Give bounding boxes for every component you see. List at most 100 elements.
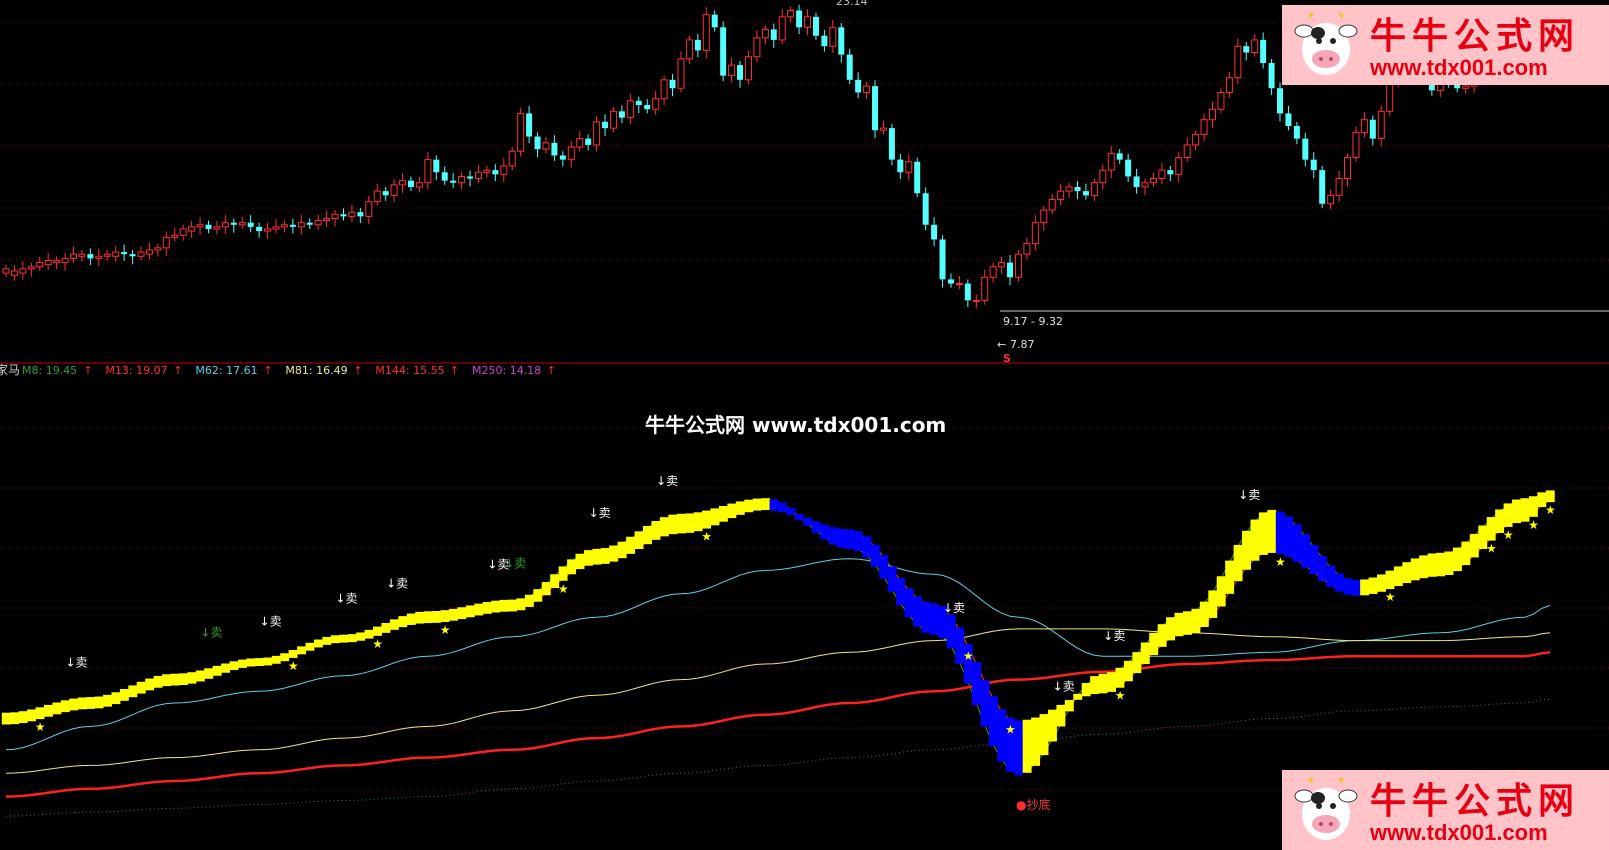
ribbon-block (988, 696, 998, 747)
ribbon-block (710, 508, 720, 526)
ribbon-block (980, 680, 990, 727)
candle (517, 107, 525, 157)
ribbon-block (853, 531, 863, 552)
ribbon-block (170, 673, 180, 686)
ribbon-block (448, 608, 458, 621)
indicator-name: 家马 (0, 362, 20, 377)
ribbon-block (415, 611, 425, 624)
star-marker: ★ (1545, 503, 1556, 517)
ribbon-block (1157, 624, 1167, 647)
sell-signal-label: ↓卖 (1238, 488, 1260, 502)
ribbon-block (288, 650, 298, 658)
candle (888, 123, 895, 166)
cow-logo-icon (1294, 777, 1358, 840)
ribbon-block (1123, 660, 1133, 682)
ribbon-block (583, 550, 593, 566)
ribbon-block (94, 696, 104, 709)
ribbon-block (1436, 552, 1446, 577)
ribbon-block (1174, 612, 1184, 637)
ribbon-block (1233, 544, 1243, 582)
star-marker: ★ (1115, 689, 1126, 703)
ribbon-block (1073, 693, 1083, 700)
ribbon-block (373, 626, 382, 636)
star-marker: ★ (288, 659, 299, 673)
ribbon-block (786, 507, 796, 515)
ribbon-block (1267, 509, 1277, 553)
ribbon-block (702, 510, 712, 529)
ribbon-block (271, 655, 281, 664)
ribbon-block (837, 528, 846, 548)
ribbon-block (1351, 580, 1361, 596)
ribbon-block (1326, 565, 1336, 587)
ribbon-block (718, 506, 728, 522)
ribbon-block (1182, 611, 1192, 635)
ribbon-block (887, 566, 897, 592)
ribbon-block (457, 607, 467, 620)
ma-header-arrow: ↑ (450, 364, 459, 377)
ribbon-block (432, 611, 442, 623)
ribbon-block (204, 668, 214, 679)
ribbon-block (1047, 709, 1057, 742)
ribbon-block (524, 594, 534, 607)
ma-header-item: M144: 15.55 (375, 364, 444, 377)
ribbon-block (1503, 503, 1513, 527)
ribbon-block (1334, 573, 1344, 592)
watermark-url: www.tdx001.com (1370, 55, 1548, 80)
ribbon-block (685, 513, 695, 533)
ribbon-block (879, 555, 889, 579)
star-marker: ★ (1385, 590, 1396, 604)
ribbon-block (533, 589, 543, 602)
ribbon-block (153, 675, 163, 688)
ribbon-block (921, 601, 931, 633)
candle (1217, 88, 1225, 114)
ribbon-block (912, 596, 922, 627)
star-marker: ★ (558, 582, 569, 596)
ribbon-block (1343, 578, 1353, 595)
ribbon-block (626, 536, 636, 554)
ribbon-block (389, 619, 399, 630)
ribbon-block (1081, 683, 1091, 697)
ribbon-block (1309, 545, 1319, 575)
ribbon-block (744, 499, 754, 513)
ribbon-block (752, 498, 762, 511)
ribbon-block (1242, 530, 1251, 570)
ribbon-block (1444, 551, 1454, 575)
ribbon-block (1216, 576, 1226, 607)
ribbon-block (162, 674, 172, 687)
ribbon-block (1031, 717, 1041, 766)
candle (609, 107, 617, 133)
ribbon-block (558, 566, 568, 581)
ribbon-block (516, 598, 526, 611)
ribbon-block (1368, 577, 1378, 594)
star-marker: ★ (1528, 518, 1539, 532)
ribbon-block (1427, 553, 1437, 577)
ribbon-block (1469, 533, 1479, 558)
candle (922, 187, 929, 231)
star-marker: ★ (1486, 542, 1497, 556)
watermark-top: 牛牛公式网 www.tdx001.com (1282, 5, 1609, 85)
ma-header-arrow: ↑ (547, 364, 556, 377)
ribbon-block (1393, 566, 1403, 587)
ribbon-block (1191, 608, 1201, 633)
star-marker: ★ (1503, 528, 1514, 542)
ribbon-block (145, 678, 155, 691)
low-price-label: 7.87 (1010, 338, 1035, 351)
star-marker: ★ (1275, 555, 1286, 569)
ribbon-block (778, 502, 787, 513)
candle (1319, 165, 1326, 208)
watermark-bottom: 牛牛公式网 www.tdx001.com (1282, 770, 1609, 850)
ribbon-block (693, 512, 703, 532)
ribbon-block (297, 646, 307, 655)
center-watermark: 牛牛公式网 www.tdx001.com (645, 413, 947, 437)
ribbon-block (845, 529, 855, 549)
ribbon-block (10, 712, 20, 725)
ribbon-block (77, 697, 87, 710)
star-marker: ★ (963, 649, 974, 663)
ribbon-block (1402, 562, 1412, 584)
ribbon-block (246, 658, 256, 667)
ribbon-block (1258, 512, 1268, 555)
range-label: 9.17 - 9.32 (1003, 315, 1063, 328)
ribbon-block (18, 711, 28, 724)
ribbon-block (1225, 560, 1235, 594)
ribbon-block (1301, 534, 1311, 568)
